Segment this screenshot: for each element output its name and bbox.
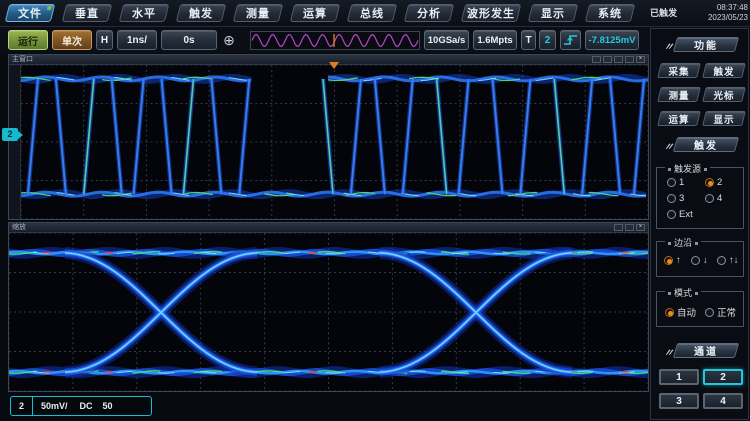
channel-header[interactable]: 〃 通道 — [675, 343, 737, 358]
badge-coupling: DC — [80, 401, 93, 411]
badge-scale: 50mV/ — [41, 401, 68, 411]
oscilloscope-screen: 文件 垂直 水平 触发 测量 运算 总线 分析 波形发生 显示 系统 已触发 0… — [0, 0, 750, 421]
zoom-window: 缩放 × — [8, 222, 649, 392]
mode-group: 模式 自动 正常 — [656, 291, 744, 327]
source-radio-ext[interactable]: Ext — [667, 209, 693, 220]
menu-file[interactable]: 文件 — [7, 4, 53, 22]
edge-radio-both[interactable]: ↑↓ — [717, 255, 739, 266]
main-plot-gutter — [9, 65, 21, 219]
channel-button-3[interactable]: 3 — [659, 393, 699, 409]
memory-depth: 1.6Mpts — [473, 30, 517, 50]
window-control-icon[interactable] — [625, 56, 634, 63]
sidebar-panel: 〃 功能 采集 触发 测量 光标 运算 显示 〃 触发 触发源 1 2 3 4 … — [650, 28, 749, 420]
trigger-source-indicator[interactable]: 2 — [539, 30, 556, 50]
trigger-position-marker[interactable] — [329, 62, 339, 69]
source-radio-1[interactable]: 1 — [667, 177, 684, 188]
channel-button-1[interactable]: 1 — [659, 369, 699, 385]
menu-bar: 文件 垂直 水平 触发 测量 运算 总线 分析 波形发生 显示 系统 — [0, 0, 750, 27]
single-button[interactable]: 单次 — [52, 30, 92, 50]
sample-rate: 10GSa/s — [424, 30, 469, 50]
edge-group: 边沿 ↑ ↓ ↑↓ — [656, 241, 744, 277]
edge-label: 边沿 — [665, 236, 701, 249]
mode-label: 模式 — [665, 286, 701, 299]
main-plot-area — [9, 65, 648, 219]
trigger-source-label: 触发源 — [665, 162, 710, 175]
menu-vertical[interactable]: 垂直 — [64, 4, 110, 22]
menu-analyze[interactable]: 分析 — [406, 4, 452, 22]
trigger-header[interactable]: 〃 触发 — [675, 137, 737, 152]
main-waveform-window: 主窗口 × — [8, 54, 649, 220]
zoom-icon[interactable]: ⊕ — [220, 31, 238, 49]
sidebar-button-display[interactable]: 显示 — [704, 111, 744, 126]
menu-trigger[interactable]: 触发 — [178, 4, 224, 22]
mode-radio-normal[interactable]: 正常 — [705, 305, 736, 319]
date: 2023/05/23 — [698, 13, 748, 23]
window-control-icon[interactable] — [614, 224, 623, 231]
t-indicator: T — [521, 30, 536, 50]
clock: 08:37:48 2023/05/23 — [698, 3, 748, 23]
sidebar-button-measure[interactable]: 测量 — [659, 87, 699, 102]
menu-wavegen[interactable]: 波形发生 — [463, 4, 519, 22]
channel-button-2[interactable]: 2 — [703, 369, 743, 385]
zoom-window-titlebar[interactable]: 缩放 × — [9, 223, 648, 233]
window-control-icon[interactable] — [625, 224, 634, 231]
source-radio-2[interactable]: 2 — [705, 177, 722, 188]
trigger-level[interactable]: -7.8125mV — [585, 30, 639, 50]
sidebar-button-math[interactable]: 运算 — [659, 111, 699, 126]
source-radio-3[interactable]: 3 — [667, 193, 684, 204]
zoom-window-controls: × — [614, 224, 645, 231]
zoom-plot-area — [9, 233, 648, 391]
rising-edge-icon — [563, 33, 579, 47]
menu-horizontal[interactable]: 水平 — [121, 4, 167, 22]
channel2-level-marker[interactable]: 2 — [2, 128, 18, 141]
window-close-icon[interactable]: × — [636, 224, 645, 231]
timebase-button[interactable]: 1ns/ — [117, 30, 157, 50]
run-button[interactable]: 运行 — [8, 30, 48, 50]
badge-impedance: 50 — [103, 401, 113, 411]
menu-system[interactable]: 系统 — [587, 4, 633, 22]
h-indicator: H — [96, 30, 113, 50]
channel2-status-badge[interactable]: 2 50mV/ DC 50 — [10, 396, 152, 416]
menu-measure[interactable]: 测量 — [235, 4, 281, 22]
main-window-controls: × — [592, 56, 645, 63]
sidebar-button-acquire[interactable]: 采集 — [659, 63, 699, 78]
mode-radio-auto[interactable]: 自动 — [665, 305, 696, 319]
badge-channel-number: 2 — [11, 397, 33, 415]
source-radio-4[interactable]: 4 — [705, 193, 722, 204]
main-window-title: 主窗口 — [12, 56, 33, 64]
preview-sine-icon — [251, 32, 419, 49]
edge-radio-falling[interactable]: ↓ — [691, 255, 708, 266]
sidebar-button-cursor[interactable]: 光标 — [704, 87, 744, 102]
edge-radio-rising[interactable]: ↑ — [664, 255, 681, 266]
menu-display[interactable]: 显示 — [530, 4, 576, 22]
main-waveform-canvas[interactable] — [21, 65, 648, 219]
window-control-icon[interactable] — [614, 56, 623, 63]
trigger-status: 已触发 — [650, 6, 677, 19]
time: 08:37:48 — [698, 3, 748, 13]
trigger-source-group: 触发源 1 2 3 4 Ext — [656, 167, 744, 229]
window-close-icon[interactable]: × — [636, 56, 645, 63]
menu-math[interactable]: 运算 — [292, 4, 338, 22]
waveform-preview[interactable] — [250, 31, 420, 50]
window-control-icon[interactable] — [603, 56, 612, 63]
channel-button-4[interactable]: 4 — [703, 393, 743, 409]
window-control-icon[interactable] — [592, 56, 601, 63]
trigger-edge-button[interactable] — [560, 30, 581, 50]
toolbar: 运行 单次 H 1ns/ 0s ⊕ 10GSa/s 1.6Mpts T 2 -7… — [0, 27, 750, 53]
eye-diagram-canvas[interactable] — [9, 233, 648, 391]
zoom-window-title: 缩放 — [12, 224, 26, 232]
function-header[interactable]: 〃 功能 — [675, 37, 737, 52]
h-offset-button[interactable]: 0s — [161, 30, 217, 50]
sidebar-button-trigger[interactable]: 触发 — [704, 63, 744, 78]
menu-bus[interactable]: 总线 — [349, 4, 395, 22]
